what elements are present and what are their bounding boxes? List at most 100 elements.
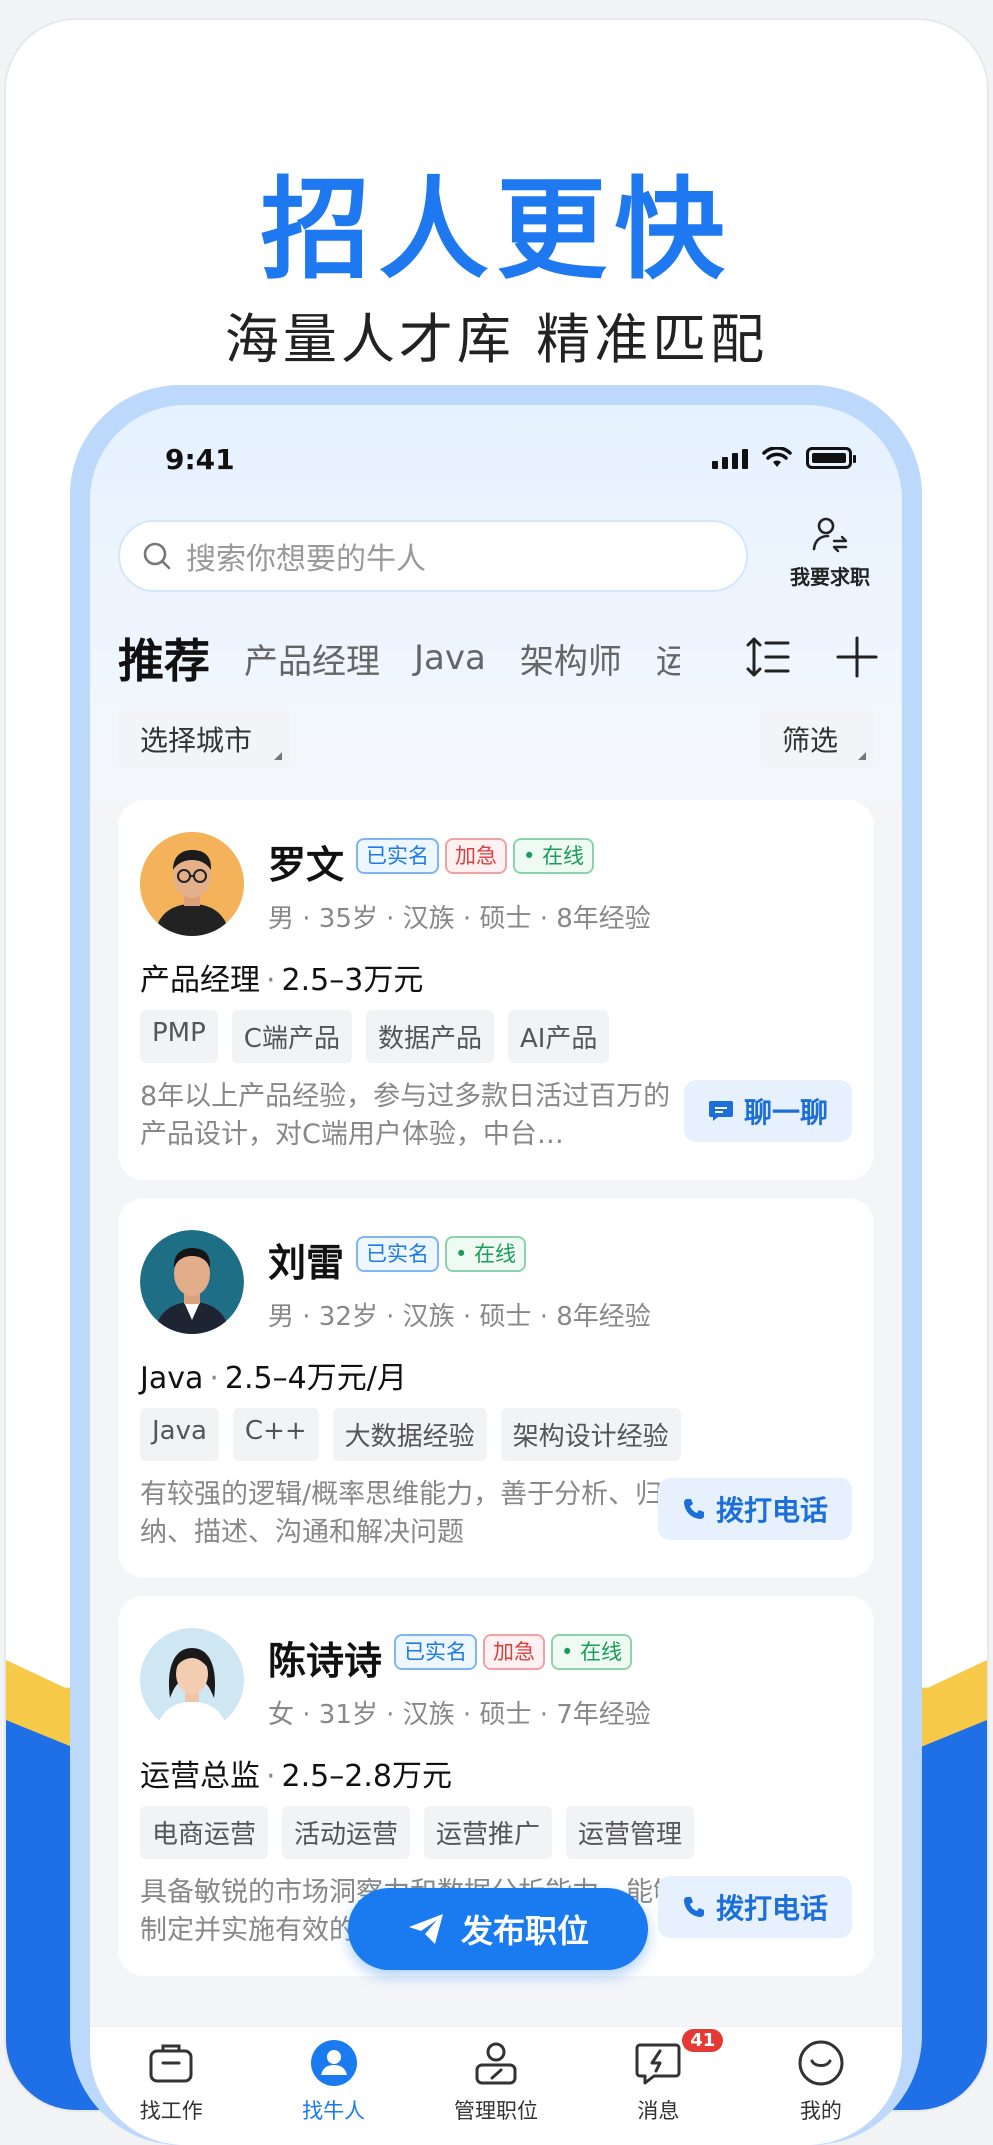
phone-icon bbox=[683, 1499, 704, 1519]
seek-job-label: 我要求职 bbox=[790, 565, 870, 589]
skill-tag: C++ bbox=[232, 1408, 319, 1461]
headline: 招人更快 bbox=[260, 166, 733, 294]
tabbar-label: 管理职位 bbox=[454, 2099, 539, 2123]
search-icon bbox=[143, 542, 171, 570]
call-button[interactable]: 拨打电话 bbox=[657, 1876, 852, 1938]
skill-tag: 数据产品 bbox=[365, 1010, 494, 1063]
bottom-tabbar: 找工作 找牛人 管理职位 41 消息 我的 bbox=[90, 2026, 902, 2145]
publish-job-label: 发布职位 bbox=[460, 1912, 589, 1950]
urgent-badge: 加急 bbox=[445, 838, 507, 874]
chat-button-label: 聊一聊 bbox=[743, 1096, 828, 1129]
call-button-label: 拨打电话 bbox=[715, 1892, 828, 1925]
skill-tags: 电商运营 活动运营 运营推广 运营管理 bbox=[140, 1806, 695, 1859]
tab-recommend[interactable]: 推荐 bbox=[118, 625, 210, 691]
online-badge: • 在线 bbox=[513, 838, 595, 874]
skill-tag: 运营管理 bbox=[566, 1806, 695, 1859]
skill-tag: C端产品 bbox=[231, 1010, 352, 1063]
skill-tag: 架构设计经验 bbox=[500, 1408, 681, 1461]
skill-tag: 运营推广 bbox=[424, 1806, 553, 1859]
tabbar-find-talent[interactable]: 找牛人 bbox=[252, 2027, 414, 2145]
candidate-card[interactable]: 罗文 已实名 加急 • 在线 男 · 35岁 · 汉族 · 硕士 · 8年经验 … bbox=[118, 800, 874, 1180]
candidate-name: 罗文 bbox=[268, 843, 345, 887]
online-badge: • 在线 bbox=[551, 1634, 633, 1670]
online-badge-label: 在线 bbox=[474, 1242, 517, 1266]
skill-tags: PMP C端产品 数据产品 AI产品 bbox=[140, 1010, 610, 1063]
badge-group: 已实名 • 在线 bbox=[356, 1236, 527, 1272]
online-badge-label: 在线 bbox=[580, 1640, 623, 1664]
person-switch-icon bbox=[812, 517, 848, 553]
tabbar-messages[interactable]: 41 消息 bbox=[577, 2027, 739, 2145]
candidate-name: 陈诗诗 bbox=[268, 1639, 383, 1683]
badge-group: 已实名 加急 • 在线 bbox=[356, 838, 595, 874]
search-placeholder: 搜索你想要的牛人 bbox=[186, 542, 426, 577]
sort-icon[interactable] bbox=[744, 633, 792, 681]
city-select[interactable]: 选择城市 bbox=[118, 710, 290, 768]
signal-icon bbox=[712, 447, 748, 469]
avatar bbox=[140, 1628, 244, 1732]
candidate-desc: 8年以上产品经验，参与过多款日活过百万的产品设计，对C端用户体验，中台… bbox=[140, 1081, 671, 1150]
wifi-icon bbox=[762, 447, 792, 467]
chat-icon bbox=[708, 1101, 733, 1121]
call-button[interactable]: 拨打电话 bbox=[657, 1478, 852, 1540]
chat-button[interactable]: 聊一聊 bbox=[683, 1080, 852, 1142]
briefcase-icon bbox=[149, 2044, 193, 2083]
candidate-job: 运营总监 · 2.5–2.8万元 bbox=[140, 1759, 452, 1794]
verified-badge: 已实名 bbox=[394, 1634, 477, 1670]
verified-badge: 已实名 bbox=[356, 1236, 439, 1272]
verified-badge: 已实名 bbox=[356, 838, 439, 874]
candidate-meta: 男 · 35岁 · 汉族 · 硕士 · 8年经验 bbox=[268, 904, 651, 934]
candidate-name: 刘雷 bbox=[268, 1241, 345, 1285]
phone-icon bbox=[683, 1897, 704, 1917]
tabbar-find-job[interactable]: 找工作 bbox=[90, 2027, 252, 2145]
avatar bbox=[140, 832, 244, 936]
tabbar-label: 找牛人 bbox=[302, 2099, 366, 2123]
status-time: 9:41 bbox=[165, 443, 235, 476]
tabbar-label: 我的 bbox=[799, 2099, 842, 2123]
smile-icon bbox=[798, 2040, 844, 2086]
status-bar: 9:41 bbox=[90, 433, 902, 483]
seek-job-button[interactable]: 我要求职 bbox=[780, 515, 880, 590]
filter-button-label: 筛选 bbox=[782, 724, 839, 757]
badge-group: 已实名 加急 • 在线 bbox=[394, 1634, 633, 1670]
tab-product-manager[interactable]: 产品经理 bbox=[244, 634, 380, 683]
manage-icon bbox=[475, 2042, 517, 2085]
skill-tag: PMP bbox=[140, 1010, 218, 1063]
message-icon bbox=[635, 2043, 681, 2085]
candidate-job: Java · 2.5–4万元/月 bbox=[140, 1361, 407, 1396]
tabbar-label: 消息 bbox=[637, 2099, 680, 2123]
person-icon bbox=[310, 2040, 357, 2086]
tab-architect[interactable]: 架构师 bbox=[520, 634, 622, 683]
candidate-meta: 男 · 32岁 · 汉族 · 硕士 · 8年经验 bbox=[268, 1302, 651, 1332]
call-button-label: 拨打电话 bbox=[715, 1494, 828, 1527]
job-title: 运营总监 bbox=[140, 1759, 260, 1794]
unread-badge: 41 bbox=[682, 2029, 724, 2052]
skill-tag: 大数据经验 bbox=[332, 1408, 487, 1461]
skill-tag: Java bbox=[140, 1408, 219, 1461]
tabbar-manage-jobs[interactable]: 管理职位 bbox=[415, 2027, 577, 2145]
search-input[interactable]: 搜索你想要的牛人 bbox=[118, 520, 748, 592]
candidate-card[interactable]: 刘雷 已实名 • 在线 男 · 32岁 · 汉族 · 硕士 · 8年经验 Jav… bbox=[118, 1198, 874, 1578]
online-badge-label: 在线 bbox=[542, 844, 585, 868]
tab-operations[interactable]: 运 bbox=[656, 634, 680, 683]
skill-tag: 活动运营 bbox=[282, 1806, 411, 1859]
filter-button[interactable]: 筛选 bbox=[760, 710, 874, 768]
filter-row: 选择城市 筛选 bbox=[118, 710, 874, 770]
candidate-meta: 女 · 31岁 · 汉族 · 硕士 · 7年经验 bbox=[268, 1700, 651, 1730]
add-icon[interactable] bbox=[834, 634, 880, 680]
tabbar-label: 找工作 bbox=[139, 2099, 203, 2123]
tabbar-me[interactable]: 我的 bbox=[740, 2027, 902, 2145]
skill-tag: 电商运营 bbox=[140, 1806, 269, 1859]
battery-icon bbox=[806, 447, 856, 469]
publish-job-button[interactable]: 发布职位 bbox=[348, 1888, 648, 1970]
salary: 2.5–2.8万元 bbox=[281, 1759, 452, 1794]
candidate-job: 产品经理 · 2.5–3万元 bbox=[140, 963, 424, 998]
tab-java[interactable]: Java bbox=[414, 638, 486, 678]
skill-tags: Java C++ 大数据经验 架构设计经验 bbox=[140, 1408, 681, 1461]
corner-triangle-icon bbox=[274, 752, 282, 760]
candidate-desc: 有较强的逻辑/概率思维能力，善于分析、归纳、描述、沟通和解决问题 bbox=[140, 1479, 663, 1548]
subline: 海量人才库 精准匹配 bbox=[224, 308, 769, 371]
phone-screen: 9:41 搜索你想要的牛人 我要求职 推荐 产品经理 Java 架构师 运 选择… bbox=[90, 405, 902, 2145]
corner-triangle-icon bbox=[858, 752, 866, 760]
skill-tag: AI产品 bbox=[507, 1010, 610, 1063]
job-title: 产品经理 bbox=[140, 963, 260, 998]
